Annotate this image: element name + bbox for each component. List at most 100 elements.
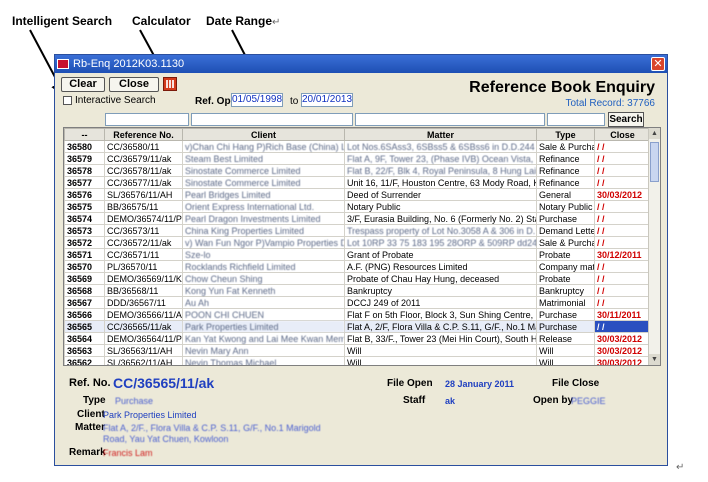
table-row[interactable]: 36565 CC/36565/11/ak Park Properties Limit… bbox=[64, 320, 651, 333]
client-value: Park Properties Limited bbox=[103, 410, 197, 420]
table-cell: Probate bbox=[536, 272, 595, 285]
table-cell: / / bbox=[594, 260, 651, 273]
table-cell: China King Properties Limited bbox=[182, 224, 345, 237]
filter-client-input[interactable] bbox=[191, 113, 353, 126]
table-row[interactable]: 36568 BB/36568/11 Kong Yun Fat Kenneth Bank… bbox=[64, 284, 651, 297]
table-cell: DEMO/36574/11/PY/SL/dk bbox=[104, 212, 183, 225]
table-row[interactable]: 36576 SL/36576/11/AH Pearl Bridges Limited… bbox=[64, 188, 651, 201]
results-table: -- Reference No. Client Matter Type Clos… bbox=[64, 128, 651, 365]
column-header[interactable]: -- bbox=[64, 128, 105, 141]
table-row[interactable]: 36563 SL/36563/11/AH Nevin Mary Ann Will Wil… bbox=[64, 344, 651, 357]
table-cell: 36566 bbox=[64, 308, 105, 321]
scroll-thumb[interactable] bbox=[650, 142, 659, 182]
table-cell: 30/12/2011 bbox=[594, 248, 651, 261]
search-button[interactable]: Search bbox=[608, 112, 644, 127]
table-row[interactable]: 36578 CC/36578/11/ak Sinostate Commerce Li… bbox=[64, 164, 651, 177]
table-cell: Demand Letter bbox=[536, 224, 595, 237]
interactive-search-checkbox[interactable] bbox=[63, 96, 72, 105]
table-row[interactable]: 36564DEMO/36564/11/PY/SL/dkKan Yat Kwong… bbox=[64, 332, 651, 345]
column-header[interactable]: Client bbox=[182, 128, 345, 141]
table-cell: Probate of Chau Hay Hung, deceased bbox=[344, 272, 537, 285]
filter-type-input[interactable] bbox=[547, 113, 605, 126]
title-bar: Rb-Enq 2012K03.1130 ✕ bbox=[55, 55, 667, 73]
table-cell: DEMO/36569/11/KYL/ry bbox=[104, 272, 183, 285]
total-record: Total Record: 37766 bbox=[565, 98, 655, 109]
table-row[interactable]: 36570 PL/36570/11 Rocklands Richfield Limi… bbox=[64, 260, 651, 273]
table-row[interactable]: 36580 CC/36580/11 v)Chan Chi Hang P)Rich B… bbox=[64, 140, 651, 153]
grid-scrollbar[interactable]: ▲ ▼ bbox=[648, 128, 660, 365]
table-cell: DEMO/36564/11/PY/SL/dk bbox=[104, 332, 183, 345]
filter-reference-input[interactable] bbox=[105, 113, 189, 126]
table-cell: Flat B, 33/F., Tower 23 (Mei Hin Court),… bbox=[344, 332, 537, 345]
table-row[interactable]: 36569DEMO/36569/11/KYL/ryChow Cheun Shin… bbox=[64, 272, 651, 285]
calculator-icon[interactable] bbox=[163, 77, 177, 91]
table-cell: 36574 bbox=[64, 212, 105, 225]
table-cell: 36578 bbox=[64, 164, 105, 177]
table-row[interactable]: 36574DEMO/36574/11/PY/SL/dkPearl Dragon … bbox=[64, 212, 651, 225]
table-row[interactable]: 36571 CC/36571/11 Sze-lo Grant of Probate Pr… bbox=[64, 248, 651, 261]
remark-label: Remark bbox=[69, 447, 106, 458]
table-cell: / / bbox=[594, 236, 651, 249]
table-cell: 36563 bbox=[64, 344, 105, 357]
scroll-down-icon[interactable]: ▼ bbox=[649, 354, 660, 365]
staff-value: ak bbox=[445, 396, 456, 406]
table-cell: CC/36565/11/ak bbox=[104, 320, 183, 333]
results-grid: -- Reference No. Client Matter Type Clos… bbox=[63, 127, 661, 366]
table-cell: 36577 bbox=[64, 176, 105, 189]
table-cell: Sinostate Commerce Limited bbox=[182, 164, 345, 177]
table-cell: / / bbox=[594, 296, 651, 309]
table-cell: / / bbox=[594, 320, 651, 333]
table-cell: / / bbox=[594, 212, 651, 225]
table-cell: Deed of Surrender bbox=[344, 188, 537, 201]
file-open-label: File Open bbox=[387, 378, 433, 389]
table-cell: Unit 16, 11/F, Houston Centre, 63 Mody R… bbox=[344, 176, 537, 189]
ref-no-value: CC/36565/11/ak bbox=[113, 375, 215, 391]
date-from-field[interactable]: 01/05/1998 bbox=[231, 93, 283, 107]
table-row[interactable]: 36575 BB/36575/11 Orient Express Internati… bbox=[64, 200, 651, 213]
table-row[interactable]: 36573 CC/36573/11 China King Properties Li… bbox=[64, 224, 651, 237]
table-row[interactable]: 36566DEMO/36566/11/AL/YYPOON CHI CHUENFl… bbox=[64, 308, 651, 321]
table-cell: Will bbox=[344, 344, 537, 357]
table-cell: 36580 bbox=[64, 140, 105, 153]
table-cell: Rocklands Richfield Limited bbox=[182, 260, 345, 273]
table-cell: / / bbox=[594, 164, 651, 177]
table-row[interactable]: 36577 CC/36577/11/ak Sinostate Commerce Li… bbox=[64, 176, 651, 189]
table-cell: Flat F on 5th Floor, Block 3, Sun Shing … bbox=[344, 308, 537, 321]
table-cell: 36572 bbox=[64, 236, 105, 249]
table-cell: Kong Yun Fat Kenneth bbox=[182, 284, 345, 297]
close-button[interactable]: Close bbox=[109, 77, 159, 92]
table-cell: Pearl Dragon Investments Limited bbox=[182, 212, 345, 225]
table-cell: Trespass property of Lot No.3058 A & 306… bbox=[344, 224, 537, 237]
table-cell: 36567 bbox=[64, 296, 105, 309]
column-header[interactable]: Type bbox=[536, 128, 595, 141]
table-cell: SL/36563/11/AH bbox=[104, 344, 183, 357]
clear-button[interactable]: Clear bbox=[61, 77, 105, 92]
table-cell: 30/03/2012 bbox=[594, 356, 651, 365]
table-cell: v) Wan Fun Ngor P)Vampio Properties Dev … bbox=[182, 236, 345, 249]
column-header[interactable]: Close bbox=[594, 128, 651, 141]
table-row[interactable]: 36572 CC/36572/11/ak v) Wan Fun Ngor P)Vam… bbox=[64, 236, 651, 249]
column-header[interactable]: Reference No. bbox=[104, 128, 183, 141]
table-cell: POON CHI CHUEN bbox=[182, 308, 345, 321]
table-cell: Notary Public bbox=[344, 200, 537, 213]
open-by-value: PEGGIE bbox=[571, 396, 606, 406]
filter-matter-input[interactable] bbox=[355, 113, 545, 126]
matter-value-line2: Road, Yau Yat Chuen, Kowloon bbox=[103, 434, 229, 444]
table-cell: CC/36573/11 bbox=[104, 224, 183, 237]
table-cell: CC/36579/11/ak bbox=[104, 152, 183, 165]
table-cell: Refinance bbox=[536, 164, 595, 177]
table-cell: BB/36575/11 bbox=[104, 200, 183, 213]
table-cell: 30/11/2011 bbox=[594, 308, 651, 321]
column-header[interactable]: Matter bbox=[344, 128, 537, 141]
table-cell: Will bbox=[344, 356, 537, 365]
table-row[interactable]: 36562 SL/36562/11/AH Nevin Thomas Michael W… bbox=[64, 356, 651, 365]
window-close-icon[interactable]: ✕ bbox=[651, 57, 665, 71]
table-cell: Bankruptcy bbox=[536, 284, 595, 297]
table-cell: A.F. (PNG) Resources Limited bbox=[344, 260, 537, 273]
ref-no-label: Ref. No. bbox=[69, 377, 111, 389]
date-to-field[interactable]: 20/01/2013 bbox=[301, 93, 353, 107]
table-row[interactable]: 36567 DDD/36567/11 Au Ah DCCJ 249 of 2011 Ma… bbox=[64, 296, 651, 309]
table-cell: 3/F, Eurasia Building, No. 6 (Formerly N… bbox=[344, 212, 537, 225]
scroll-up-icon[interactable]: ▲ bbox=[649, 128, 660, 139]
table-row[interactable]: 36579 CC/36579/11/ak Steam Best Limited Fla… bbox=[64, 152, 651, 165]
